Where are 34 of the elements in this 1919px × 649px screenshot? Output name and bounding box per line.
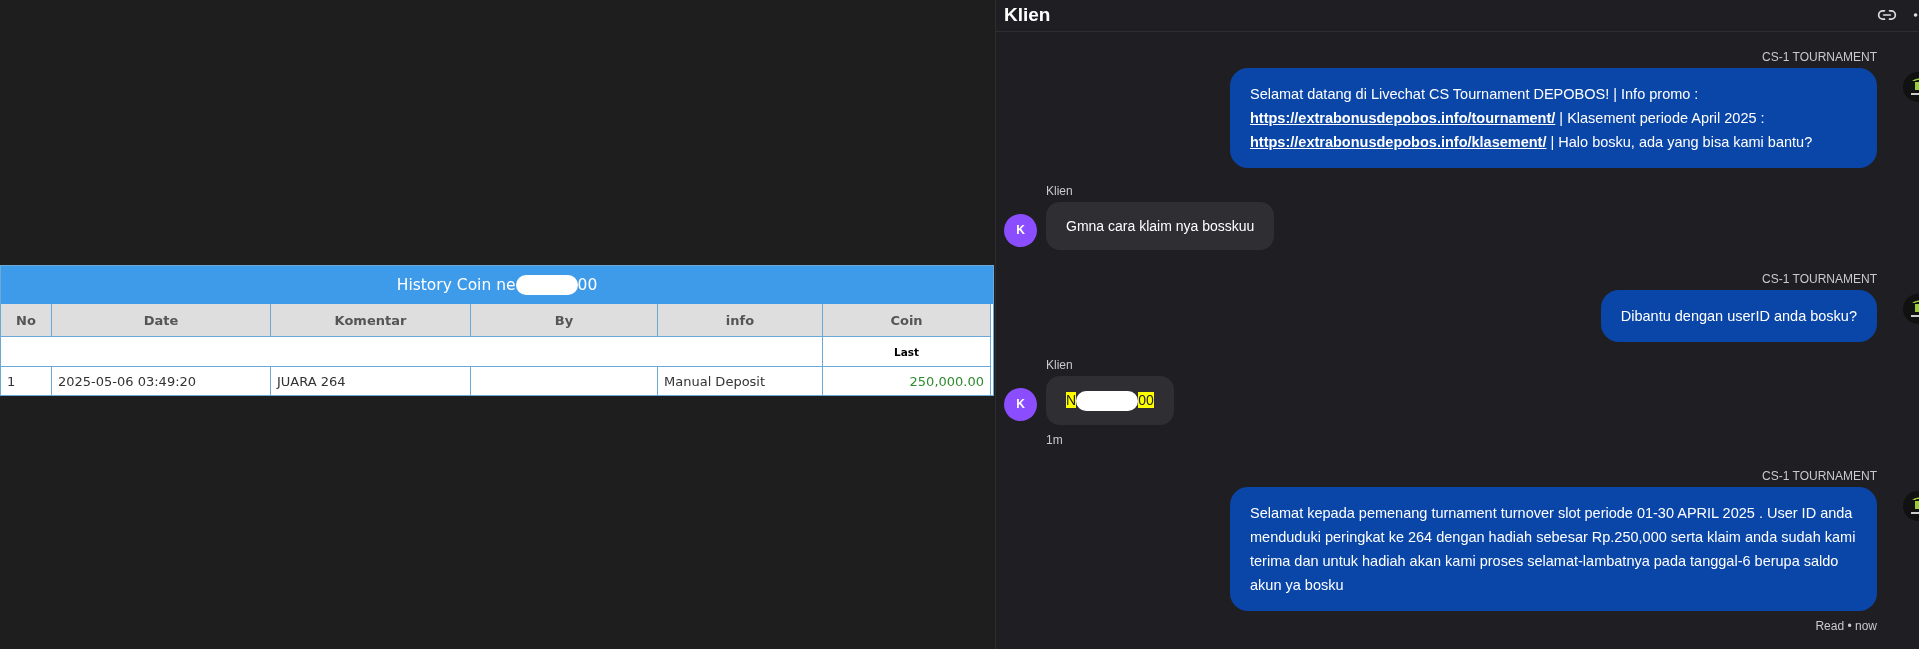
message-text: N — [1066, 391, 1077, 408]
message-bubble: Dibantu dengan userID anda bosku? — [1600, 289, 1877, 342]
column-header: No — [1, 304, 52, 337]
table-cell: 1 — [1, 367, 52, 395]
message-bubble: Selamat kepada pemenang turnament turnover slot periode 01-30 APRIL 2025 . User ID anda menduduki peringkat ke 264 dengan hadiah sebesar Rp.250,000 serta klaim anda sudah kami terima dan untuk hadiah akan kami proses selamat-lambatnya pada tanggal-6 berupa saldo akun ya bosku — [1230, 487, 1877, 611]
chat-title: Klien — [1004, 4, 1052, 27]
message-link[interactable]: https://extrabonusdepobos.info/klasement/ — [1250, 133, 1547, 150]
table-title: History Coin ne — [396, 276, 516, 294]
message-link[interactable]: https://extrabonusdepobos.info/tournament/ — [1250, 109, 1556, 126]
column-header: Coin — [823, 304, 991, 337]
table-cell: 250,000.00 — [823, 367, 991, 395]
column-header: Date — [52, 304, 271, 337]
column-header: info — [658, 304, 823, 337]
sender-name: CS-1 TOURNAMENT — [1762, 271, 1877, 286]
message-status: Read • now — [1815, 619, 1877, 633]
table-title: 00 — [577, 276, 598, 294]
sender-name: CS-1 TOURNAMENT — [1762, 49, 1877, 64]
subheader-cell: Last — [823, 337, 991, 367]
message-text: 00 — [1138, 391, 1154, 408]
table-cell: 2025-05-06 03:49:20 — [52, 367, 271, 395]
table-cell: Manual Deposit — [658, 367, 823, 395]
message-time: 1m — [1046, 433, 1064, 447]
sender-name: Klien — [1046, 357, 1074, 372]
avatar: K — [1004, 213, 1037, 247]
table-cell: JUARA 264 — [271, 367, 471, 395]
redaction-mark — [1076, 391, 1139, 411]
column-header: Komentar — [271, 304, 471, 337]
sender-name: Klien — [1046, 183, 1074, 198]
avatar: K — [1004, 387, 1037, 421]
sender-name: CS-1 TOURNAMENT — [1762, 469, 1877, 483]
column-header: By — [471, 304, 658, 337]
redaction-mark — [515, 275, 578, 295]
message-bubble: Selamat datang di Livechat CS Tournament DEPOBOS! | Info promo : https://extrabonusdepobos.info/tournament/ | Klasement periode April 2025 : https://extrabonusdepobos.info/klasement/ | Halo bosku, ada yang bisa kami bantu? — [1230, 67, 1877, 168]
message-text: Gmna cara klaim nya bosskuu — [1066, 217, 1255, 234]
